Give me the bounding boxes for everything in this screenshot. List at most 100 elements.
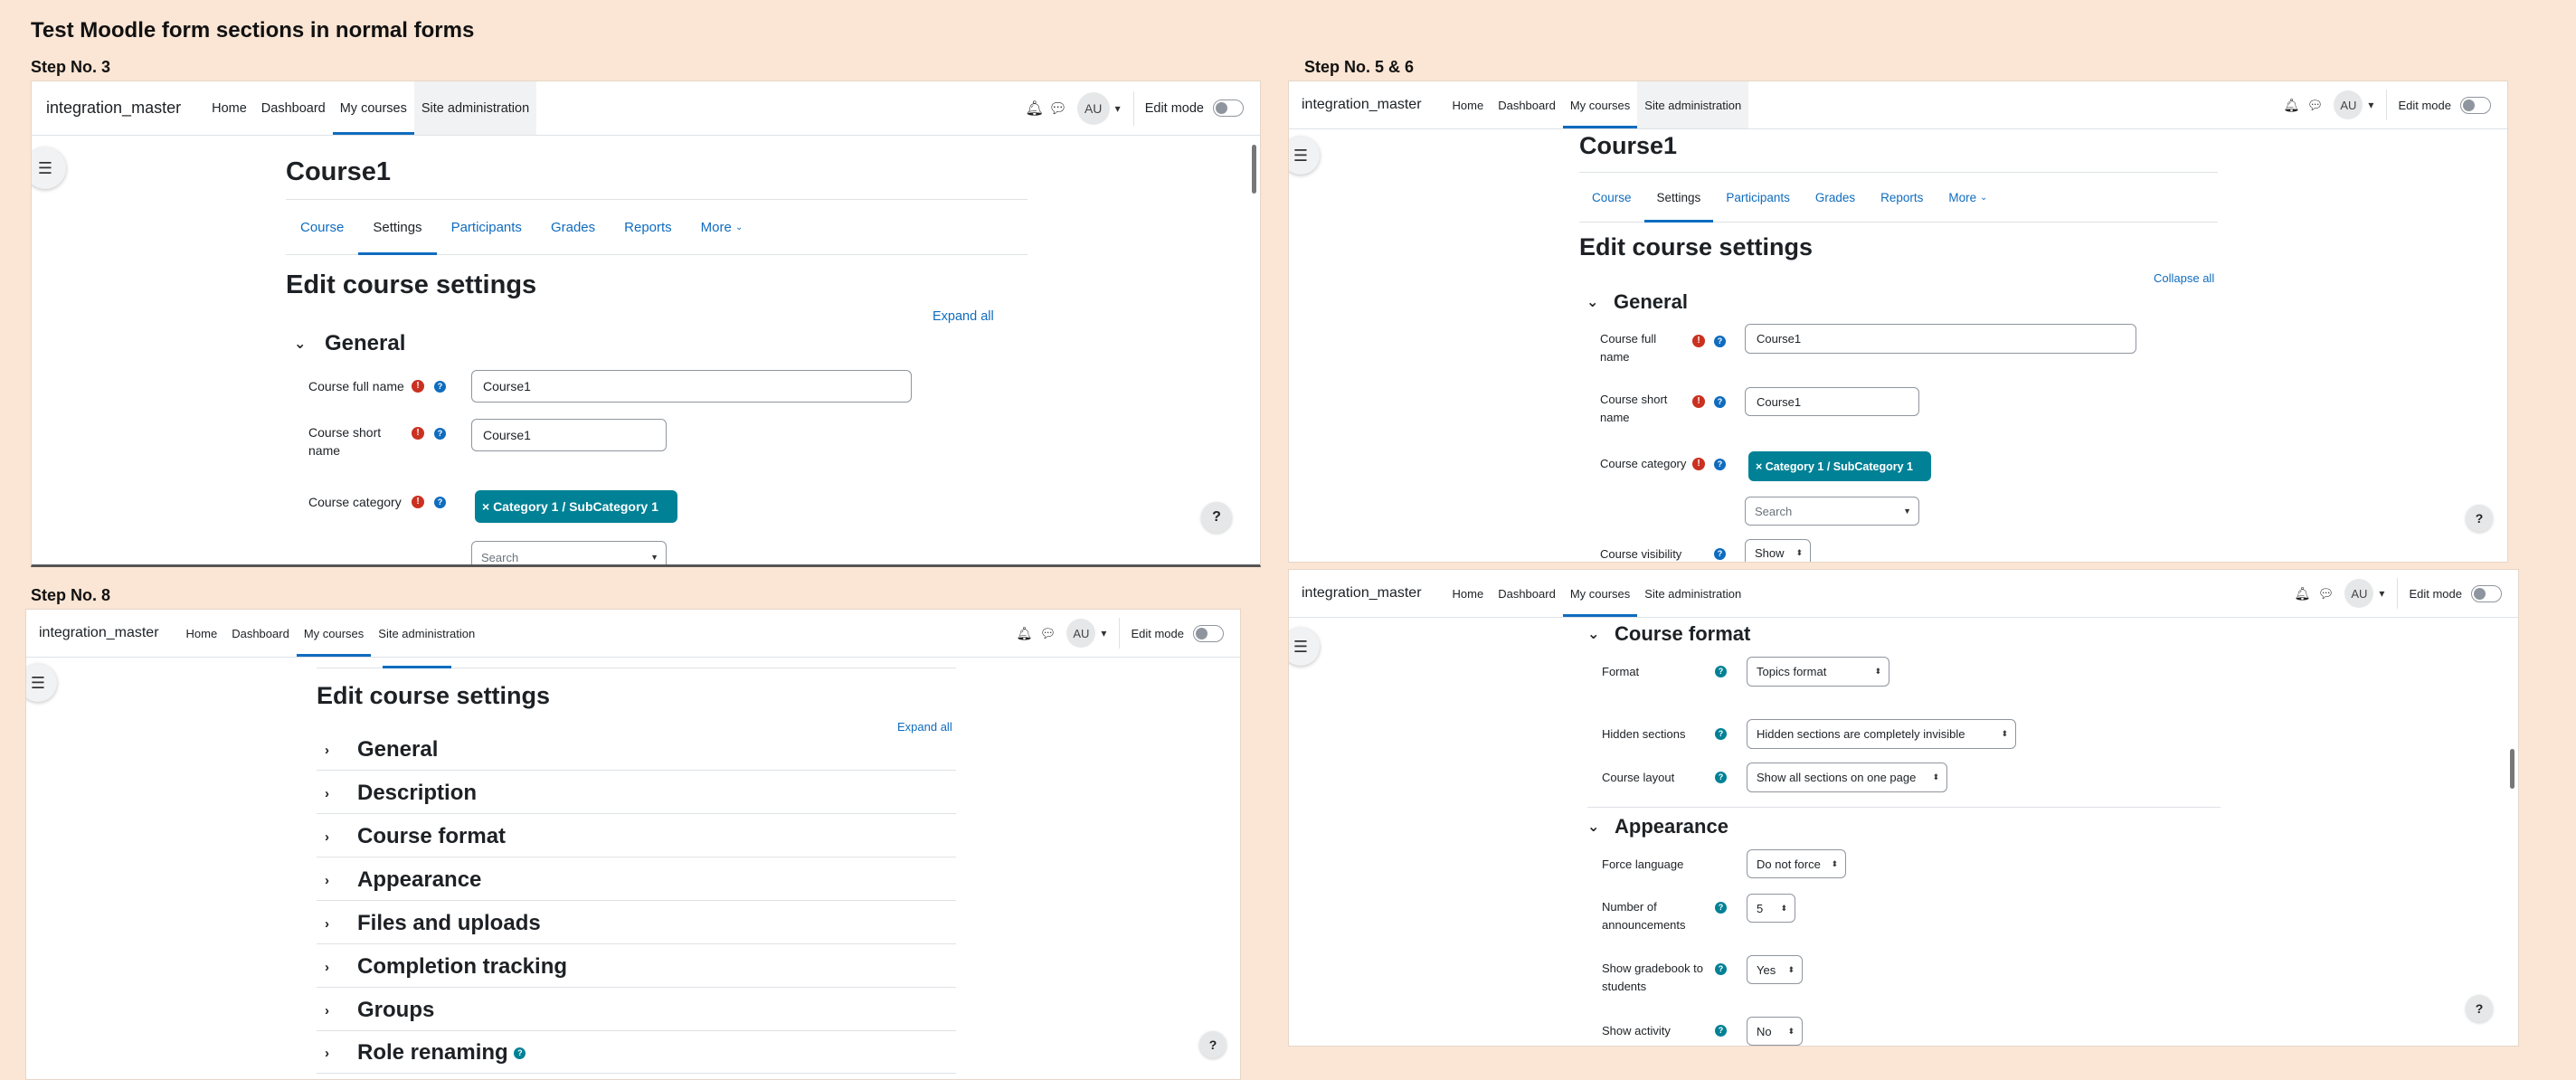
collapse-all-link[interactable]: Collapse all (2154, 271, 2214, 285)
expand-all-link[interactable]: Expand all (933, 309, 994, 324)
nav-dashboard[interactable]: Dashboard (1491, 570, 1563, 617)
avatar[interactable]: AU (2334, 90, 2363, 119)
tab-settings[interactable]: Settings (358, 200, 437, 255)
section-completion-header[interactable]: › Completion tracking (325, 954, 567, 980)
shortname-input[interactable]: Course1 (471, 419, 667, 451)
nav-my-courses[interactable]: My courses (332, 81, 415, 135)
section-general-header[interactable]: ⌄ General (294, 331, 405, 356)
nav-home[interactable]: Home (179, 610, 225, 657)
drawer-icon[interactable]: ☰ (1289, 628, 1320, 666)
info-icon[interactable]: ? (1715, 666, 1727, 677)
info-icon[interactable]: ? (1714, 548, 1726, 560)
bell-icon[interactable]: 🔔︎ (1023, 97, 1046, 120)
scrollbar[interactable] (2510, 749, 2514, 789)
edit-mode-toggle[interactable]: Edit mode (2409, 584, 2502, 602)
section-general-header[interactable]: › General (325, 737, 438, 763)
nav-my-courses[interactable]: My courses (296, 610, 372, 657)
force-language-select[interactable]: Do not force ⬍ (1747, 849, 1846, 878)
site-brand[interactable]: integration_master (1302, 97, 1422, 113)
nav-dashboard[interactable]: Dashboard (1491, 81, 1563, 128)
section-appearance-header[interactable]: ⌄ Appearance (1587, 815, 1728, 838)
announcements-select[interactable]: 5 ⬍ (1747, 894, 1795, 923)
expand-all-link[interactable]: Expand all (897, 720, 952, 734)
section-appearance-header[interactable]: › Appearance (325, 867, 481, 893)
visibility-select[interactable]: Show ⬍ (1745, 539, 1811, 562)
tab-reports[interactable]: Reports (1868, 173, 1936, 222)
help-icon[interactable]: ? (2466, 995, 2493, 1022)
tab-course[interactable]: Course (1579, 173, 1644, 222)
chevron-down-icon[interactable]: ▾ (1101, 627, 1106, 639)
scrollbar[interactable] (1252, 145, 1256, 194)
toggle-switch[interactable] (1193, 624, 1224, 642)
category-pill[interactable]: × Category 1 / SubCategory 1 (475, 490, 677, 523)
nav-site-administration[interactable]: Site administration (413, 81, 537, 135)
site-brand[interactable]: integration_master (1302, 585, 1422, 602)
info-icon[interactable]: ? (1715, 772, 1727, 783)
bell-icon[interactable]: 🔔︎ (2279, 93, 2303, 117)
chat-icon[interactable]: 💬︎ (1046, 97, 1070, 120)
avatar[interactable]: AU (1076, 91, 1110, 125)
toggle-switch[interactable] (2460, 96, 2491, 114)
format-select[interactable]: Topics format ⬍ (1747, 657, 1889, 687)
shortname-input[interactable]: Course1 (1745, 387, 1919, 416)
info-icon[interactable]: ? (1715, 728, 1727, 740)
tab-grades[interactable]: Grades (1803, 173, 1868, 222)
info-icon[interactable]: ? (1714, 336, 1726, 347)
nav-dashboard[interactable]: Dashboard (224, 610, 297, 657)
section-role-renaming-header[interactable]: › Role renaming ? (325, 1040, 526, 1066)
toggle-switch[interactable] (1213, 99, 1244, 117)
site-brand[interactable]: integration_master (46, 99, 181, 118)
info-icon[interactable]: ? (1715, 1025, 1727, 1037)
bell-icon[interactable]: 🔔︎ (2290, 582, 2314, 605)
drawer-icon[interactable]: ☰ (26, 664, 57, 702)
site-brand[interactable]: integration_master (39, 625, 159, 641)
bell-icon[interactable]: 🔔︎ (1012, 621, 1036, 645)
section-course-format-header[interactable]: › Course format (325, 824, 506, 849)
nav-home[interactable]: Home (1445, 81, 1492, 128)
section-general-header[interactable]: ⌄ General (1586, 290, 1688, 314)
nav-dashboard[interactable]: Dashboard (254, 81, 333, 135)
help-icon[interactable]: ? (1199, 1031, 1226, 1058)
drawer-icon[interactable]: ☰ (1289, 137, 1320, 175)
edit-mode-toggle[interactable]: Edit mode (2398, 96, 2491, 114)
info-icon[interactable]: ? (1714, 459, 1726, 470)
drawer-icon[interactable]: ☰ (32, 147, 66, 189)
chat-icon[interactable]: 💬︎ (2303, 93, 2326, 117)
chevron-down-icon[interactable]: ▾ (2379, 587, 2384, 600)
chat-icon[interactable]: 💬︎ (2314, 582, 2337, 605)
section-course-format-header[interactable]: ⌄ Course format (1587, 622, 1750, 646)
edit-mode-toggle[interactable]: Edit mode (1131, 624, 1224, 642)
help-icon[interactable]: ? (2466, 505, 2493, 532)
category-pill[interactable]: × Category 1 / SubCategory 1 (1748, 451, 1931, 481)
nav-my-courses[interactable]: My courses (1562, 81, 1638, 128)
fullname-input[interactable]: Course1 (1745, 324, 2136, 354)
chevron-down-icon[interactable]: ▾ (1115, 102, 1121, 115)
section-groups-header[interactable]: › Groups (325, 998, 434, 1023)
info-icon[interactable]: ? (1714, 396, 1726, 408)
tab-participants[interactable]: Participants (1713, 173, 1803, 222)
tab-course[interactable]: Course (286, 200, 358, 254)
chat-icon[interactable]: 💬︎ (1036, 621, 1059, 645)
nav-site-administration[interactable]: Site administration (1637, 570, 1748, 617)
info-icon[interactable]: ? (1715, 963, 1727, 975)
info-icon[interactable]: ? (434, 381, 446, 393)
info-icon[interactable]: ? (1715, 902, 1727, 914)
category-search[interactable]: Search ▼ (471, 541, 667, 564)
help-icon[interactable]: ? (1201, 502, 1232, 533)
tab-more[interactable]: More ⌄ (687, 200, 758, 254)
activity-select[interactable]: No ⬍ (1747, 1017, 1803, 1046)
nav-my-courses[interactable]: My courses (1562, 570, 1638, 617)
info-icon[interactable]: ? (514, 1047, 526, 1059)
chevron-down-icon[interactable]: ▾ (2368, 99, 2373, 111)
nav-site-administration[interactable]: Site administration (1637, 81, 1749, 128)
nav-home[interactable]: Home (1445, 570, 1492, 617)
tab-reports[interactable]: Reports (610, 200, 687, 254)
info-icon[interactable]: ? (434, 428, 446, 440)
category-search[interactable]: Search ▼ (1745, 497, 1919, 526)
avatar[interactable]: AU (2344, 579, 2374, 608)
tab-grades[interactable]: Grades (536, 200, 610, 254)
nav-home[interactable]: Home (204, 81, 254, 135)
info-icon[interactable]: ? (434, 497, 446, 508)
tab-participants[interactable]: Participants (437, 200, 536, 254)
edit-mode-toggle[interactable]: Edit mode (1145, 99, 1244, 117)
